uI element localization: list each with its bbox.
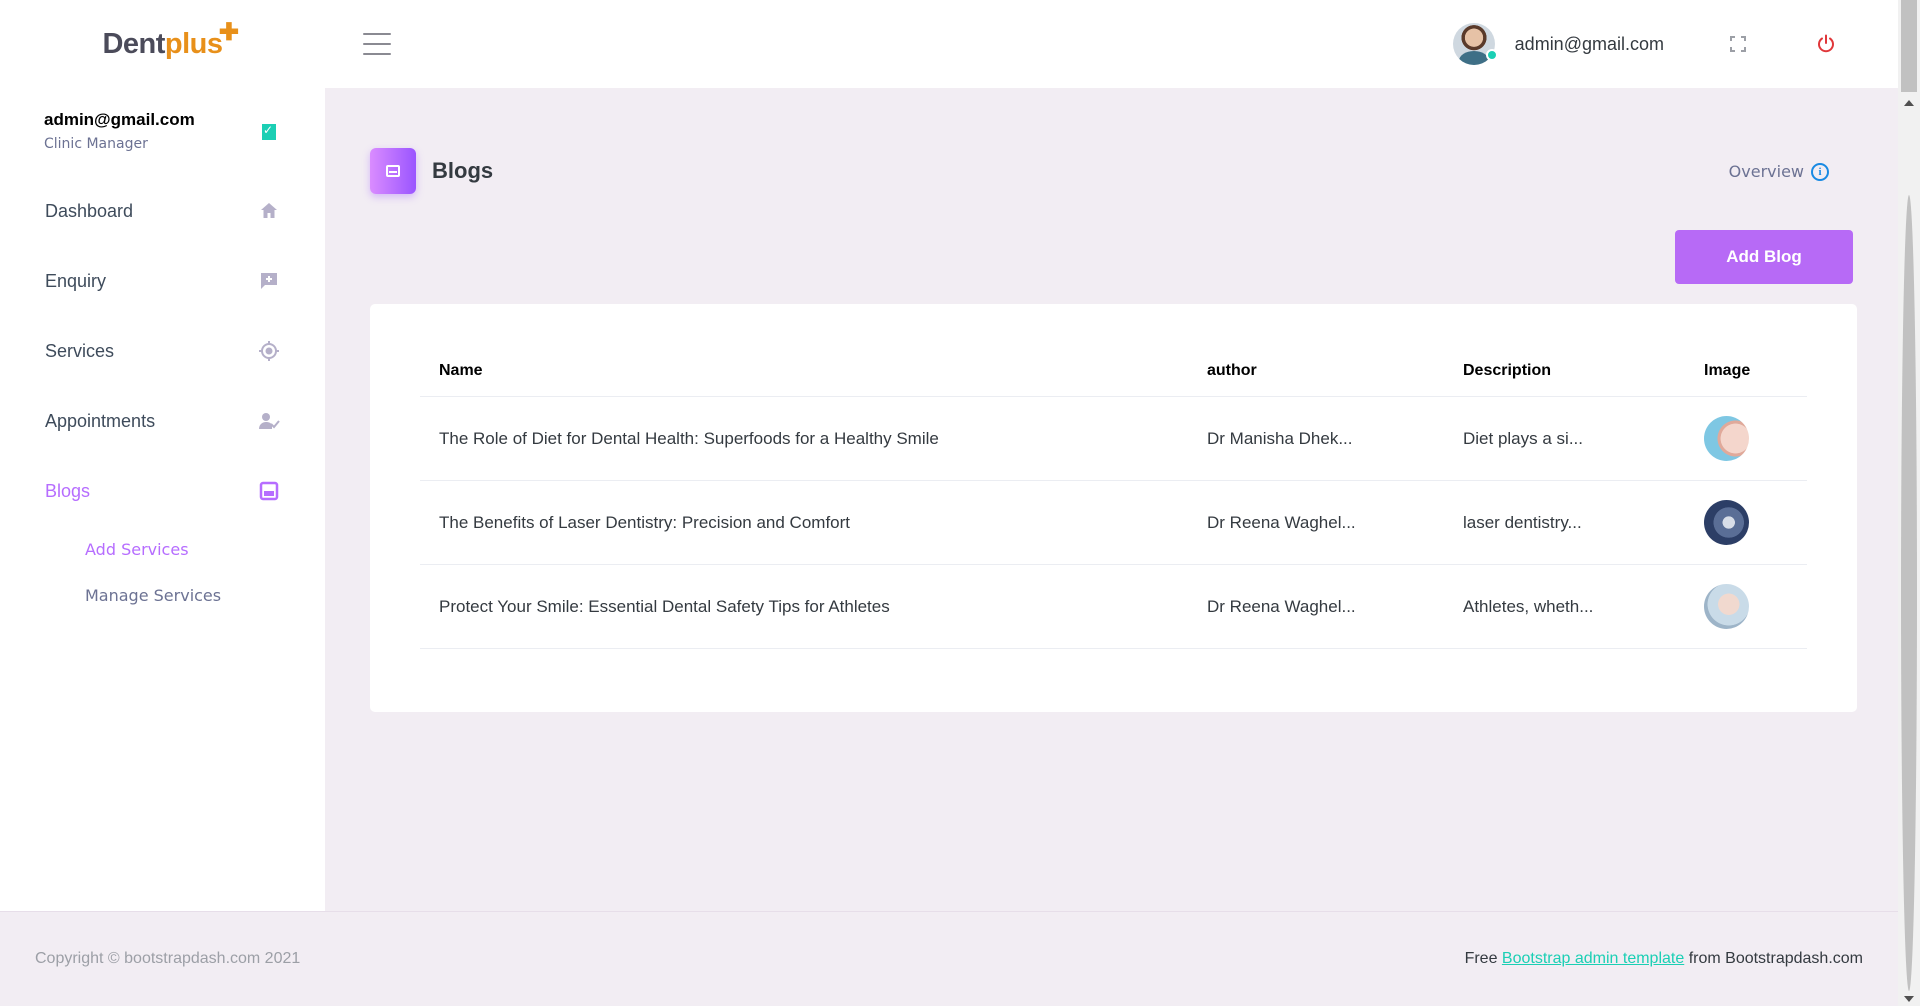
page-title: Blogs xyxy=(432,158,494,183)
column-header-description: Description xyxy=(1444,342,1685,397)
user-avatar[interactable] xyxy=(1452,23,1498,65)
blog-thumbnail-image[interactable] xyxy=(1704,584,1749,629)
hamburger-icon[interactable] xyxy=(363,33,391,55)
fullscreen-icon[interactable] xyxy=(1730,36,1746,52)
blog-thumbnail-image[interactable] xyxy=(1704,416,1749,461)
blog-icon xyxy=(259,481,279,501)
column-header-author: author xyxy=(1188,342,1444,397)
account-check-icon xyxy=(259,413,280,429)
cell-name: Protect Your Smile: Essential Dental Saf… xyxy=(420,564,1188,649)
credit-prefix: Free xyxy=(1464,950,1502,967)
bookmark-check-icon xyxy=(262,123,276,140)
top-navbar: Dentplus ✚ admin@gmail.com xyxy=(0,0,1898,88)
cell-image xyxy=(1685,564,1807,649)
footer-template-link[interactable]: Bootstrap admin template xyxy=(1502,950,1684,967)
column-header-image: Image xyxy=(1685,342,1807,397)
blog-thumbnail-image[interactable] xyxy=(1704,500,1749,545)
sidebar-profile[interactable]: admin@gmail.com Clinic Manager xyxy=(0,88,325,176)
table-header-row: Name author Description Image xyxy=(420,342,1807,397)
navbar-right: admin@gmail.com xyxy=(1452,0,1898,88)
cell-name: The Benefits of Laser Dentistry: Precisi… xyxy=(420,480,1188,565)
page-scrollbar[interactable] xyxy=(1898,0,1920,1006)
cell-description: Diet plays a si... xyxy=(1444,396,1685,481)
footer-copyright: Copyright © bootstrapdash.com 2021 xyxy=(35,950,301,967)
cell-description: Athletes, wheth... xyxy=(1444,564,1685,649)
credit-suffix: from Bootstrapdash.com xyxy=(1684,950,1863,967)
table-row[interactable]: The Benefits of Laser Dentistry: Precisi… xyxy=(420,480,1807,565)
overview-link[interactable]: Overview i xyxy=(1729,162,1829,181)
sidebar-item-label: Dashboard xyxy=(45,200,134,221)
scrollbar-track-top xyxy=(1901,0,1917,92)
cell-name: The Role of Diet for Dental Health: Supe… xyxy=(420,396,1188,481)
blog-header-icon xyxy=(370,148,416,194)
footer: Copyright © bootstrapdash.com 2021 Free … xyxy=(0,911,1898,1006)
sidebar-nav: Dashboard Enquiry Services Appointments … xyxy=(0,176,325,526)
logo: Dentplus ✚ xyxy=(102,19,239,61)
table-row[interactable]: Protect Your Smile: Essential Dental Saf… xyxy=(420,564,1807,649)
brand-logo[interactable]: Dentplus ✚ xyxy=(0,0,325,88)
submenu-add-services[interactable]: Add Services xyxy=(85,526,325,572)
blogs-submenu: Add Services Manage Services xyxy=(0,526,325,618)
scroll-up-arrow-icon[interactable] xyxy=(1904,100,1914,106)
cell-image xyxy=(1685,396,1807,481)
sidebar-item-label: Appointments xyxy=(45,410,156,431)
sidebar-item-appointments[interactable]: Appointments xyxy=(0,386,325,456)
footer-credit: Free Bootstrap admin template from Boots… xyxy=(1465,950,1863,968)
cell-image xyxy=(1685,480,1807,565)
sidebar-item-services[interactable]: Services xyxy=(0,316,325,386)
column-header-name: Name xyxy=(420,342,1188,397)
crosshairs-icon xyxy=(259,341,279,361)
overview-label: Overview xyxy=(1728,162,1804,181)
blogs-table: Name author Description Image The Role o… xyxy=(420,342,1807,649)
sidebar-item-label: Services xyxy=(45,340,115,361)
sidebar: admin@gmail.com Clinic Manager Dashboard… xyxy=(0,88,325,911)
info-icon: i xyxy=(1811,162,1829,181)
sidebar-item-label: Blogs xyxy=(45,480,91,501)
cell-description: laser dentistry... xyxy=(1444,480,1685,565)
sidebar-item-dashboard[interactable]: Dashboard xyxy=(0,176,325,246)
logo-text-dent: Dent xyxy=(102,27,165,60)
logo-cross-icon: ✚ xyxy=(218,18,239,46)
message-plus-icon xyxy=(261,273,277,289)
power-icon[interactable] xyxy=(1816,34,1836,54)
scrollbar-thumb[interactable] xyxy=(1901,195,1917,991)
table-row[interactable]: The Role of Diet for Dental Health: Supe… xyxy=(420,396,1807,481)
blogs-table-card: Name author Description Image The Role o… xyxy=(370,304,1857,712)
main-content: Blogs Overview i Add Blog Name author De… xyxy=(325,88,1898,911)
scroll-down-arrow-icon[interactable] xyxy=(1904,996,1914,1002)
cell-author: Dr Reena Waghel... xyxy=(1188,564,1444,649)
cell-author: Dr Reena Waghel... xyxy=(1188,480,1444,565)
profile-name: admin@gmail.com xyxy=(44,110,195,129)
add-blog-button[interactable]: Add Blog xyxy=(1675,230,1853,284)
navbar-user-email[interactable]: admin@gmail.com xyxy=(1515,34,1664,55)
submenu-manage-services[interactable]: Manage Services xyxy=(85,572,325,618)
sidebar-item-label: Enquiry xyxy=(45,270,107,291)
page-header: Blogs xyxy=(370,148,493,194)
home-icon xyxy=(261,203,277,218)
profile-role: Clinic Manager xyxy=(44,136,148,152)
cell-author: Dr Manisha Dhek... xyxy=(1188,396,1444,481)
logo-text-plus: plus xyxy=(164,27,223,60)
online-status-dot xyxy=(1485,49,1498,61)
sidebar-item-enquiry[interactable]: Enquiry xyxy=(0,246,325,316)
sidebar-item-blogs[interactable]: Blogs xyxy=(0,456,325,526)
